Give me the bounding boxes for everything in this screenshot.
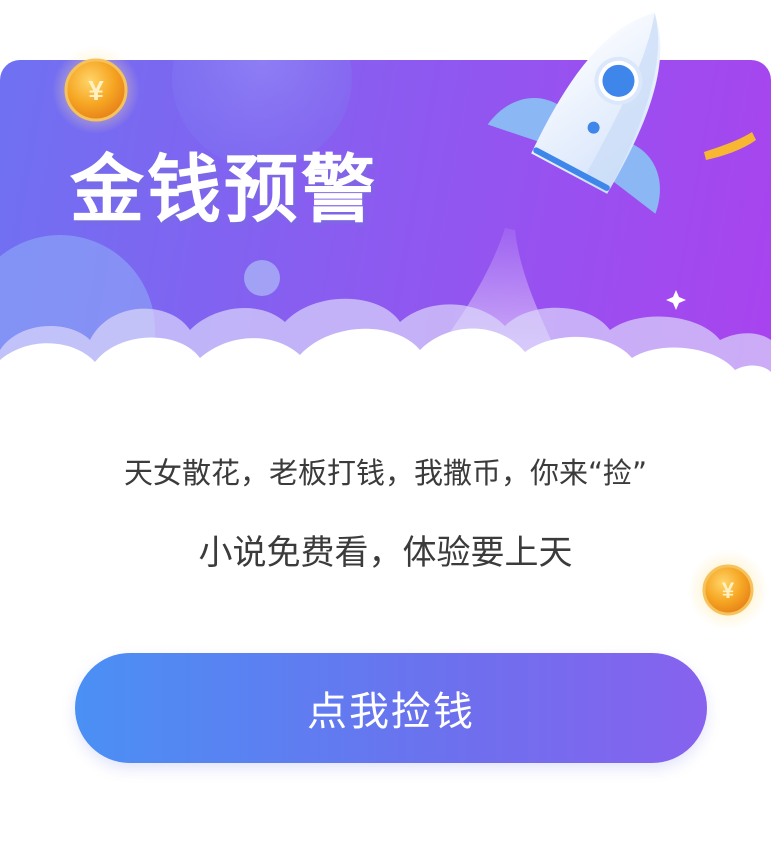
promo-description: 天女散花，老板打钱，我撒币，你来“捡” [123, 456, 648, 490]
sparkle-star-icon [666, 290, 686, 310]
confetti-ribbon [704, 132, 756, 160]
planet-shape [0, 235, 155, 410]
planet-shape [244, 260, 280, 296]
headline: 金钱预警 [70, 147, 378, 233]
collect-money-button[interactable]: 点我捡钱 [75, 653, 707, 763]
svg-text:¥: ¥ [722, 578, 735, 603]
banner-art [0, 60, 756, 410]
promo-popup: ¥ ¥ 金钱预警 天女散花，老板打钱，我撒币，你来“捡” 小说免费看，体验要上天… [0, 0, 771, 843]
rocket-trail [430, 228, 560, 360]
promo-banner [0, 60, 771, 410]
promo-tagline: 小说免费看，体验要上天 [198, 533, 573, 573]
